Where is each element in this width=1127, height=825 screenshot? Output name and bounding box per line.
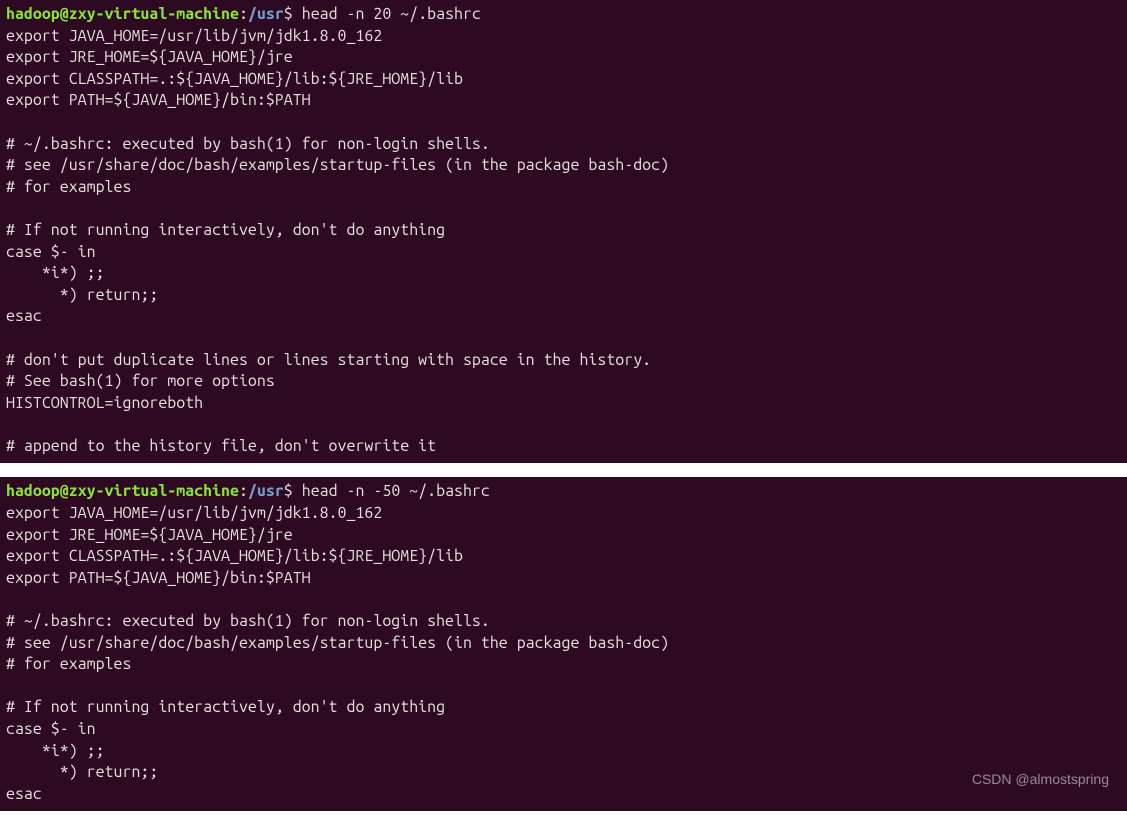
- output-line: export JAVA_HOME=/usr/lib/jvm/jdk1.8.0_1…: [6, 27, 382, 45]
- output-line: esac: [6, 785, 42, 803]
- output-line: *i*) ;;: [6, 264, 105, 282]
- output-line: export PATH=${JAVA_HOME}/bin:$PATH: [6, 91, 311, 109]
- prompt-path: /usr: [248, 5, 284, 23]
- prompt-at: @: [60, 482, 69, 500]
- output-line: # see /usr/share/doc/bash/examples/start…: [6, 156, 669, 174]
- prompt-host: zxy-virtual-machine: [69, 482, 239, 500]
- output-line: export JRE_HOME=${JAVA_HOME}/jre: [6, 48, 293, 66]
- prompt-user: hadoop: [6, 482, 60, 500]
- output-line: # don't put duplicate lines or lines sta…: [6, 351, 651, 369]
- output-line: case $- in: [6, 720, 96, 738]
- output-line: export PATH=${JAVA_HOME}/bin:$PATH: [6, 569, 311, 587]
- output-line: # append to the history file, don't over…: [6, 437, 436, 455]
- output-line: *) return;;: [6, 286, 158, 304]
- terminal-1[interactable]: hadoop@zxy-virtual-machine:/usr$ head -n…: [0, 0, 1127, 463]
- terminal-2[interactable]: hadoop@zxy-virtual-machine:/usr$ head -n…: [0, 477, 1127, 811]
- prompt-user: hadoop: [6, 5, 60, 23]
- output-line: esac: [6, 307, 42, 325]
- output-line: *i*) ;;: [6, 742, 105, 760]
- output-line: export CLASSPATH=.:${JAVA_HOME}/lib:${JR…: [6, 547, 463, 565]
- prompt-host: zxy-virtual-machine: [69, 5, 239, 23]
- output-line: # See bash(1) for more options: [6, 372, 275, 390]
- output-line: *) return;;: [6, 763, 158, 781]
- output-line: # for examples: [6, 178, 131, 196]
- output-line: # ~/.bashrc: executed by bash(1) for non…: [6, 135, 490, 153]
- command-1: head -n 20 ~/.bashrc: [302, 5, 481, 23]
- prompt-dollar: $: [284, 5, 293, 23]
- output-line: HISTCONTROL=ignoreboth: [6, 394, 203, 412]
- output-line: # see /usr/share/doc/bash/examples/start…: [6, 634, 669, 652]
- prompt-path: /usr: [248, 482, 284, 500]
- output-line: export CLASSPATH=.:${JAVA_HOME}/lib:${JR…: [6, 70, 463, 88]
- prompt-at: @: [60, 5, 69, 23]
- prompt-dollar: $: [284, 482, 293, 500]
- output-line: case $- in: [6, 243, 96, 261]
- prompt-colon: :: [239, 5, 248, 23]
- prompt-colon: :: [239, 482, 248, 500]
- output-line: # for examples: [6, 655, 131, 673]
- output-line: # ~/.bashrc: executed by bash(1) for non…: [6, 612, 490, 630]
- output-line: export JAVA_HOME=/usr/lib/jvm/jdk1.8.0_1…: [6, 504, 382, 522]
- output-line: # If not running interactively, don't do…: [6, 221, 445, 239]
- command-2: head -n -50 ~/.bashrc: [302, 482, 490, 500]
- output-line: export JRE_HOME=${JAVA_HOME}/jre: [6, 526, 293, 544]
- output-line: # If not running interactively, don't do…: [6, 698, 445, 716]
